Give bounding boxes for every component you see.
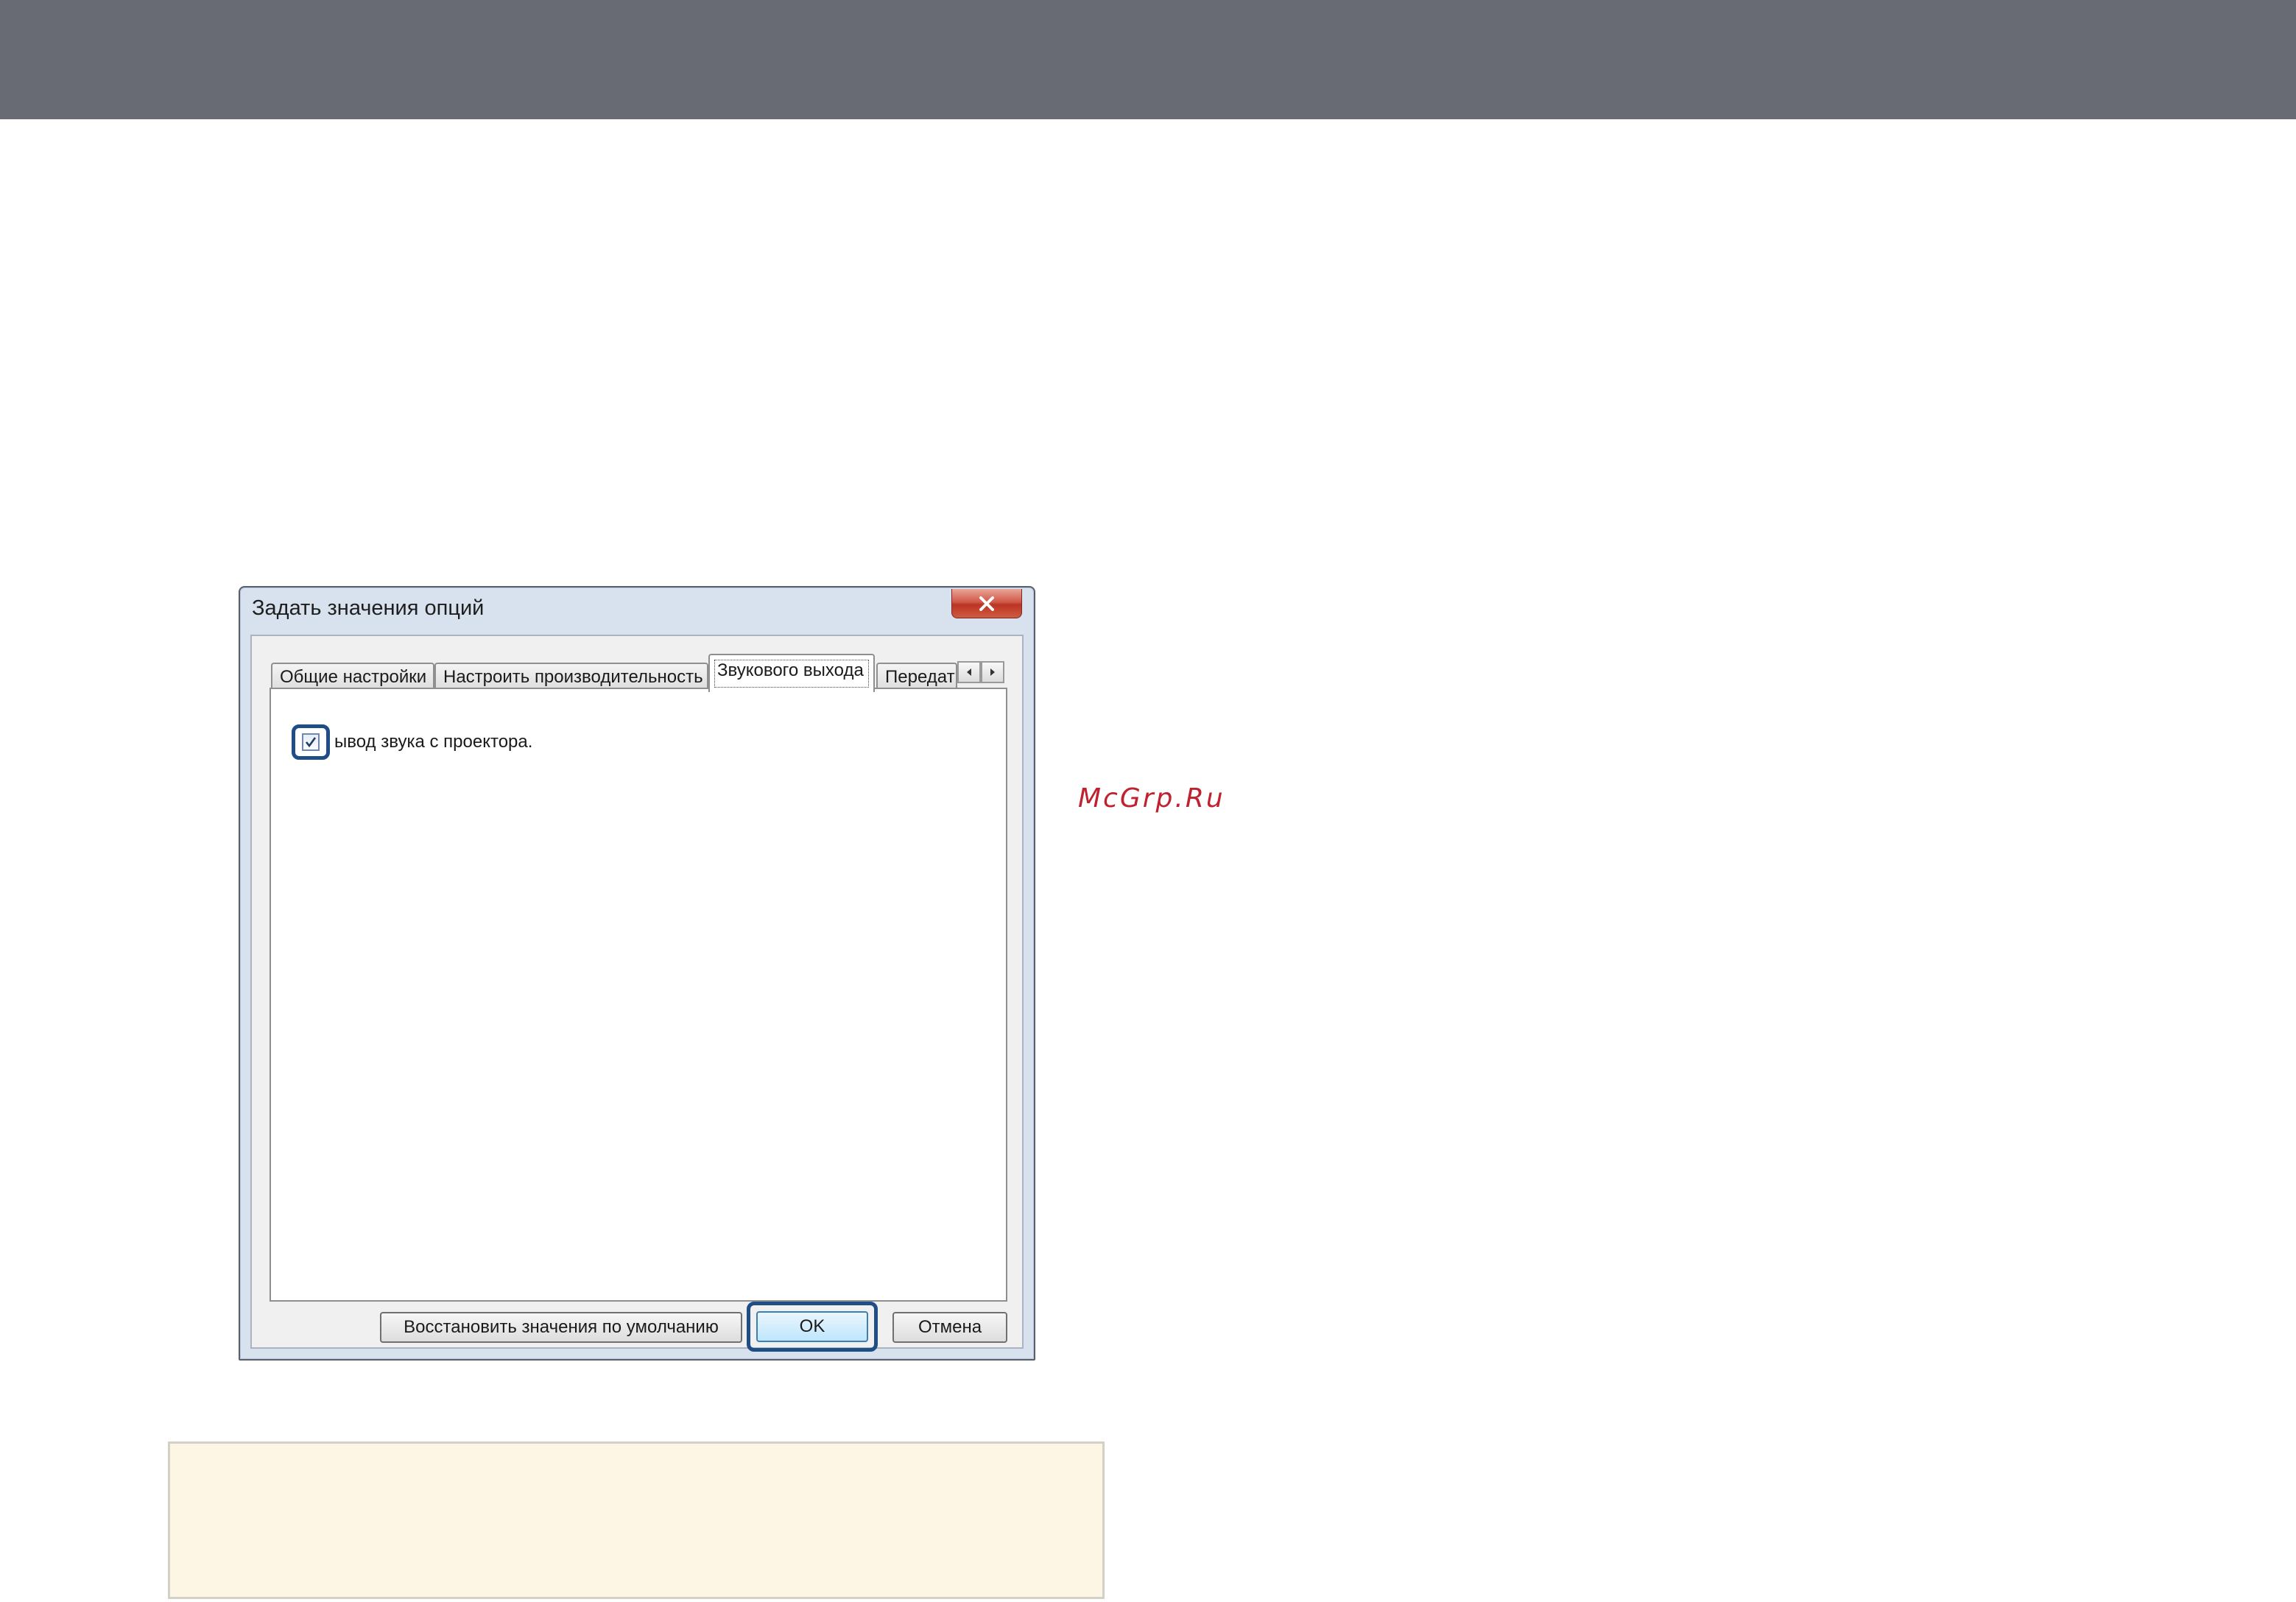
close-icon (979, 596, 994, 611)
tab-performance[interactable]: Настроить производительность (434, 663, 708, 691)
tab-label: Передать (885, 667, 957, 687)
checkmark-icon (305, 737, 317, 748)
tab-label: Настроить производительность (443, 667, 703, 687)
dialog-title: Задать значения опций (252, 596, 485, 620)
ok-button-highlight: OK (747, 1302, 878, 1352)
tab-scroll-left-button[interactable] (957, 661, 981, 683)
focus-outline (714, 660, 869, 688)
tab-audio-output[interactable]: Звукового выхода (708, 654, 875, 692)
tab-scroll-right-button[interactable] (981, 661, 1004, 683)
restore-defaults-button[interactable]: Восстановить значения по умолчанию (380, 1312, 742, 1343)
header-bar (0, 0, 2296, 119)
tab-label: Общие настройки (280, 667, 427, 687)
dialog-body: Общие настройки Настроить производительн… (250, 635, 1024, 1352)
tab-strip: Общие настройки Настроить производительн… (271, 652, 1007, 692)
audio-output-label: ывод звука с проектора. (334, 732, 533, 752)
close-button[interactable] (951, 589, 1022, 618)
audio-output-panel: ывод звука с проектора. (270, 688, 1007, 1302)
chevron-left-icon (967, 668, 971, 676)
ok-button[interactable]: OK (756, 1311, 868, 1342)
tab-transfer[interactable]: Передать (876, 663, 957, 691)
note-box (168, 1442, 1105, 1599)
watermark: McGrp.Ru (1078, 783, 1225, 814)
cancel-button[interactable]: Отмена (892, 1312, 1007, 1343)
options-dialog: Задать значения опций Общие настройки На… (239, 586, 1035, 1361)
audio-output-checkbox[interactable] (302, 733, 320, 751)
tab-general-settings[interactable]: Общие настройки (271, 663, 434, 691)
chevron-right-icon (990, 668, 995, 676)
checkbox-highlight (292, 724, 330, 760)
